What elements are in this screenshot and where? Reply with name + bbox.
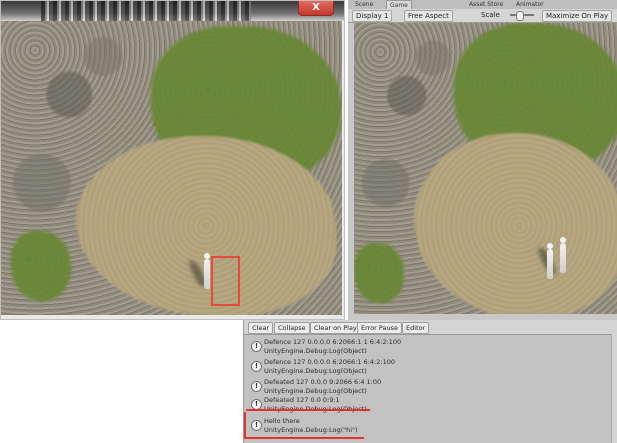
game-view-viewport[interactable]	[354, 23, 617, 314]
log-message: Defeated 127 0.0 0:9:1	[264, 396, 340, 404]
scene-titlebar: X	[1, 1, 344, 21]
grass-patch	[11, 231, 71, 301]
log-message: Defeated 127 0.0.0 9:2066 6:4 1:00	[264, 378, 382, 386]
log-stacktrace: UnityEngine.Debug:Log(Object)	[264, 367, 367, 375]
editor-dropdown[interactable]: Editor	[402, 322, 430, 334]
log-entry[interactable]: ! Defeated 127 0.0 0:9:1 UnityEngine.Deb…	[244, 394, 612, 416]
game-window: Scene Game Asset Store Animator Display …	[348, 0, 617, 320]
scene-view-viewport[interactable]	[1, 21, 342, 315]
scale-label: Scale	[481, 11, 500, 19]
highlight-bracket	[244, 412, 246, 439]
console-scrollbar[interactable]	[611, 334, 617, 443]
scene-window: X	[0, 0, 345, 320]
log-stacktrace: UnityEngine.Debug:Log(Object)	[264, 347, 367, 355]
log-stacktrace: UnityEngine.Debug:Log("hi")	[264, 426, 358, 434]
console-panel: Clear Collapse Clear on Play Error Pause…	[243, 320, 617, 443]
tab-scene[interactable]: Scene	[352, 0, 376, 9]
game-toolbar: Display 1 Free Aspect Scale Maximize On …	[348, 9, 617, 23]
dirt-area	[414, 133, 617, 314]
maximize-toggle[interactable]: Maximize On Play	[542, 10, 613, 22]
console-toolbar: Clear Collapse Clear on Play Error Pause…	[244, 320, 617, 335]
grass-patch	[354, 243, 404, 303]
error-pause-button[interactable]: Error Pause	[357, 322, 403, 334]
scale-slider[interactable]	[510, 11, 534, 21]
log-entry[interactable]: ! Defence 127 0.0.0.0 6:2066:1 6:4:2:100…	[244, 356, 612, 378]
tab-animator[interactable]: Animator	[513, 0, 547, 9]
log-message: Defence 127 0.0.0.0 6:2066:1 6:4:2:100	[264, 358, 395, 366]
character-model[interactable]	[204, 253, 210, 289]
character-model	[547, 243, 553, 279]
character-model	[560, 237, 566, 273]
log-entry-selected[interactable]: ! Hello there UnityEngine.Debug:Log("hi"…	[244, 415, 612, 437]
clear-on-play-button[interactable]: Clear on Play	[310, 322, 361, 334]
selection-highlight	[211, 256, 240, 306]
log-message: Hello there	[264, 417, 300, 425]
info-icon: !	[251, 361, 262, 372]
highlight-underline	[246, 437, 364, 439]
collapse-button[interactable]: Collapse	[274, 322, 310, 334]
display-dropdown[interactable]: Display 1	[352, 10, 393, 22]
info-icon: !	[251, 420, 262, 431]
info-icon: !	[251, 381, 262, 392]
aspect-dropdown[interactable]: Free Aspect	[404, 10, 453, 22]
info-icon: !	[251, 341, 262, 352]
clear-button[interactable]: Clear	[248, 322, 273, 334]
close-button[interactable]: X	[298, 1, 334, 16]
tab-asset-store[interactable]: Asset Store	[466, 0, 506, 9]
log-message: Defence 127 0.0.0.0 6:2066:1 1 6:4:2:100	[264, 338, 402, 346]
close-icon: X	[312, 2, 320, 13]
highlight-underline	[246, 409, 370, 411]
titlebar-strip	[41, 1, 251, 21]
log-entry[interactable]: ! Defence 127 0.0.0.0 6:2066:1 1 6:4:2:1…	[244, 336, 612, 358]
